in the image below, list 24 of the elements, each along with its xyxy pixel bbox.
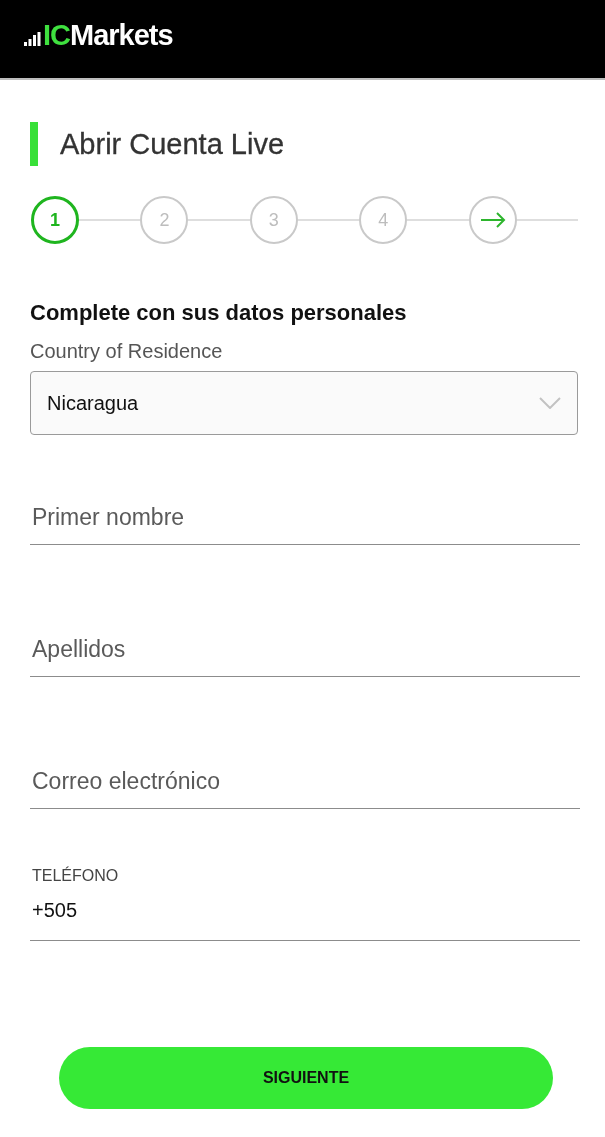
- section-heading: Complete con sus datos personales: [30, 300, 408, 326]
- text-input-field[interactable]: Primer nombre: [30, 504, 580, 545]
- chevron-down-icon: [539, 397, 561, 409]
- connector-line: [79, 219, 141, 221]
- step-indicator: 1: [31, 196, 79, 244]
- connector-line: [516, 219, 579, 221]
- step-indicator: 4: [359, 196, 408, 244]
- field-label: Country of Residence: [30, 339, 224, 363]
- country-select[interactable]: Nicaragua: [30, 371, 578, 435]
- title-accent-bar: [30, 122, 38, 166]
- text-input-field[interactable]: Correo electrónico: [30, 768, 580, 809]
- phone-input-field[interactable]: +505: [30, 897, 580, 941]
- arrow-right-icon: [479, 212, 506, 228]
- connector-line: [407, 219, 469, 221]
- next-button[interactable]: SIGUIENTE: [59, 1047, 553, 1109]
- step-indicator: 2: [140, 196, 189, 244]
- text-input-field[interactable]: Apellidos: [30, 636, 580, 677]
- connector-line: [188, 219, 250, 221]
- field-label: TELÉFONO: [32, 866, 120, 886]
- step-indicator: 3: [249, 196, 298, 244]
- page-title: Abrir Cuenta Live: [60, 127, 285, 162]
- brand-logo: ICMarkets: [43, 21, 173, 50]
- connector-line: [297, 219, 360, 221]
- bar-chart-icon: [24, 32, 41, 46]
